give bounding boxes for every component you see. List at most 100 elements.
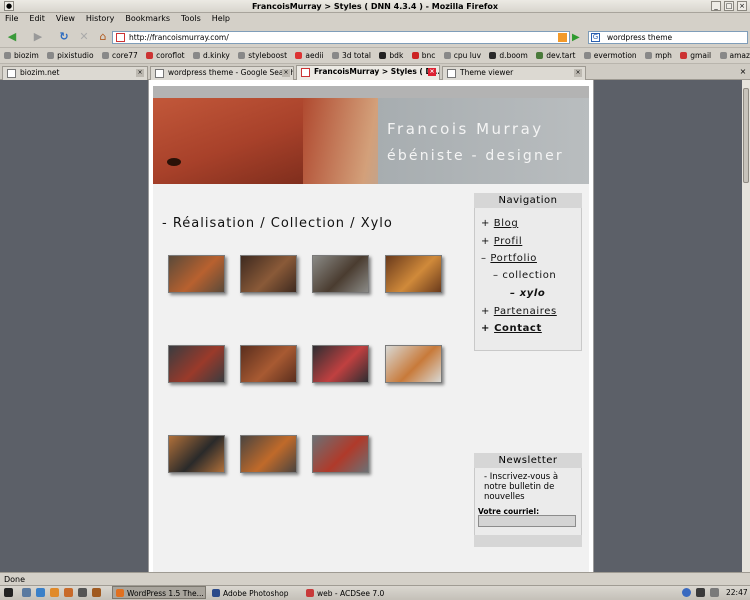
quicklaunch-icon[interactable] — [92, 588, 101, 597]
bookmark-item[interactable]: coroflot — [146, 49, 185, 63]
nav-link-profil[interactable]: Profil — [494, 236, 523, 247]
bookmark-icon — [193, 52, 201, 59]
page-heading: - Réalisation / Collection / Xylo — [162, 216, 393, 231]
portfolio-thumbnail[interactable] — [312, 435, 369, 473]
bookmark-item[interactable]: aedii — [295, 49, 324, 63]
bookmark-item[interactable]: d.boom — [489, 49, 528, 63]
stop-icon[interactable]: ✕ — [76, 29, 92, 45]
bookmark-item[interactable]: styleboost — [238, 49, 287, 63]
quicklaunch-icon[interactable] — [22, 588, 31, 597]
rss-feed-icon[interactable] — [558, 33, 567, 42]
maximize-button[interactable]: □ — [724, 1, 734, 11]
portfolio-thumbnail[interactable] — [240, 255, 297, 293]
firefox-icon[interactable] — [64, 588, 73, 597]
nav-item-profil[interactable]: + Profil — [481, 236, 522, 247]
portfolio-thumbnail[interactable] — [240, 435, 297, 473]
bookmark-item[interactable]: mph — [645, 49, 672, 63]
window-title: FrancoisMurray > Styles ( DNN 4.3.4 ) - … — [251, 2, 499, 11]
menu-bookmarks[interactable]: Bookmarks — [125, 14, 170, 23]
status-bar: Done — [0, 572, 750, 585]
menu-file[interactable]: File — [5, 14, 18, 23]
bookmark-icon — [680, 52, 688, 59]
task-photoshop[interactable]: Adobe Photoshop — [208, 586, 300, 599]
volume-icon[interactable] — [710, 588, 719, 597]
email-field[interactable] — [478, 515, 576, 527]
nav-link-partenaires[interactable]: Partenaires — [494, 306, 557, 317]
bookmark-item[interactable]: biozim — [4, 49, 39, 63]
menu-help[interactable]: Help — [212, 14, 230, 23]
forward-arrow-icon[interactable]: ▶ — [30, 29, 46, 45]
nav-link-portfolio[interactable]: Portfolio — [490, 253, 537, 264]
tab-biozim[interactable]: biozim.net × — [2, 66, 148, 80]
portfolio-thumbnail[interactable] — [240, 345, 297, 383]
bookmark-item[interactable]: dev.tart — [536, 49, 575, 63]
photoshop-icon — [212, 589, 220, 597]
window-menu-icon[interactable]: ● — [4, 1, 14, 11]
tab-close-icon[interactable]: × — [574, 69, 582, 77]
tab-close-icon[interactable]: × — [136, 69, 144, 77]
tray-icon[interactable] — [682, 588, 691, 597]
close-tab-icon[interactable]: × — [738, 67, 748, 77]
tray-icon[interactable] — [696, 588, 705, 597]
tab-francoismurray[interactable]: FrancoisMurray > Styles ( D... × — [296, 65, 440, 80]
portfolio-thumbnail[interactable] — [168, 255, 225, 293]
bookmark-item[interactable]: gmail — [680, 49, 711, 63]
bookmark-icon — [379, 52, 387, 59]
nav-item-portfolio[interactable]: – Portfolio — [481, 253, 537, 264]
nav-link-blog[interactable]: Blog — [494, 218, 519, 229]
bookmark-item[interactable]: core77 — [101, 49, 138, 63]
bookmark-icon — [295, 52, 303, 59]
bookmark-item[interactable]: 3d total — [331, 49, 371, 63]
nav-item-collection[interactable]: – collection — [493, 270, 556, 281]
bookmark-item[interactable]: amazon — [719, 49, 750, 63]
banner-tagline: ébéniste - designer — [387, 148, 564, 164]
menu-history[interactable]: History — [86, 14, 114, 23]
back-arrow-icon[interactable]: ◀ — [4, 29, 20, 45]
bookmark-item[interactable]: bnc — [411, 49, 435, 63]
quicklaunch-icon[interactable] — [50, 588, 59, 597]
nav-link-xylo[interactable]: xylo — [520, 288, 546, 299]
portfolio-thumbnail[interactable] — [168, 435, 225, 473]
portfolio-thumbnail[interactable] — [168, 345, 225, 383]
quicklaunch-icon[interactable] — [78, 588, 87, 597]
minimize-button[interactable]: _ — [711, 1, 721, 11]
google-engine-icon[interactable]: G — [591, 33, 600, 42]
close-window-button[interactable]: × — [737, 1, 747, 11]
home-icon[interactable]: ⌂ — [95, 29, 111, 45]
nav-item-partenaires[interactable]: + Partenaires — [481, 306, 557, 317]
portfolio-thumbnail[interactable] — [312, 345, 369, 383]
apple-menu-icon[interactable] — [4, 588, 13, 597]
go-arrow-icon[interactable]: ▶ — [572, 32, 583, 43]
search-box[interactable]: G wordpress theme — [588, 31, 748, 44]
nav-item-contact[interactable]: + Contact — [481, 323, 542, 334]
bookmark-item[interactable]: evermotion — [583, 49, 637, 63]
task-acdsee[interactable]: web - ACDSee 7.0 — [302, 586, 398, 599]
nav-item-xylo[interactable]: – xylo — [510, 288, 545, 299]
clock: 22:47 — [726, 588, 748, 597]
bookmark-item[interactable]: d.kinky — [193, 49, 230, 63]
quicklaunch-icon[interactable] — [36, 588, 45, 597]
reload-icon[interactable]: ↻ — [56, 29, 72, 45]
portfolio-thumbnail[interactable] — [312, 255, 369, 293]
bookmark-item[interactable]: bdk — [379, 49, 403, 63]
bookmark-icon — [331, 52, 339, 59]
task-wordpress[interactable]: WordPress 1.5 The... — [112, 586, 206, 599]
scrollbar-thumb[interactable] — [743, 88, 749, 183]
tab-google-search[interactable]: wordpress theme - Google Search × — [150, 66, 294, 80]
bookmark-item[interactable]: pixistudio — [47, 49, 94, 63]
tab-close-icon[interactable]: × — [282, 69, 290, 77]
tab-close-icon[interactable]: × — [428, 68, 436, 76]
url-bar[interactable]: http://francoismurray.com/ — [112, 31, 570, 44]
nav-link-contact[interactable]: Contact — [494, 323, 542, 334]
menu-tools[interactable]: Tools — [181, 14, 201, 23]
tab-theme-viewer[interactable]: Theme viewer × — [442, 66, 586, 80]
nav-link-collection[interactable]: collection — [502, 270, 556, 281]
status-text: Done — [4, 575, 26, 584]
bookmark-item[interactable]: cpu luv — [443, 49, 481, 63]
menu-view[interactable]: View — [56, 14, 75, 23]
portfolio-thumbnail[interactable] — [385, 345, 442, 383]
tab-favicon-icon — [447, 69, 456, 78]
portfolio-thumbnail[interactable] — [385, 255, 442, 293]
menu-edit[interactable]: Edit — [29, 14, 45, 23]
nav-item-blog[interactable]: + Blog — [481, 218, 518, 229]
